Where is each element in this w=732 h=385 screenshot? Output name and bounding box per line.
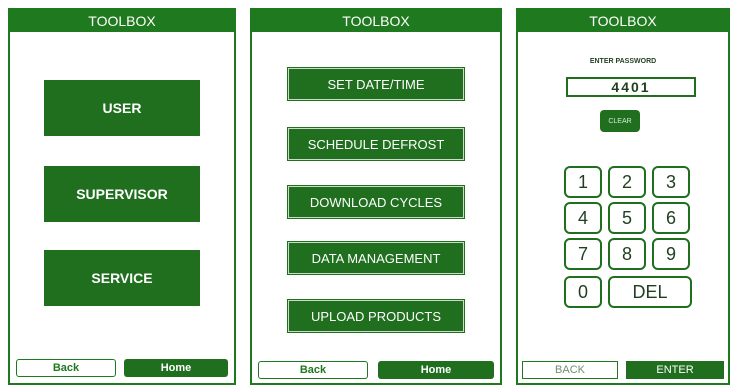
toolbox-screen-service: TOOLBOX SET DATE/TIME SCHEDULE DEFROST D… — [250, 8, 502, 385]
user-button[interactable]: USER — [44, 80, 200, 136]
back-button[interactable]: Back — [258, 361, 368, 379]
password-field[interactable]: 4401 — [566, 77, 696, 97]
data-management-button[interactable]: DATA MANAGEMENT — [287, 241, 465, 275]
screen-title: TOOLBOX — [252, 10, 500, 32]
key-9[interactable]: 9 — [652, 238, 690, 270]
key-5[interactable]: 5 — [608, 202, 646, 234]
back-button[interactable]: BACK — [522, 361, 618, 379]
delete-key[interactable]: DEL — [608, 276, 692, 308]
key-6[interactable]: 6 — [652, 202, 690, 234]
screen-title: TOOLBOX — [518, 10, 728, 32]
key-4[interactable]: 4 — [564, 202, 602, 234]
key-7[interactable]: 7 — [564, 238, 602, 270]
download-cycles-button[interactable]: DOWNLOAD CYCLES — [287, 185, 465, 219]
screen-title: TOOLBOX — [10, 10, 234, 32]
key-0[interactable]: 0 — [564, 276, 602, 308]
home-button[interactable]: Home — [124, 359, 228, 377]
enter-button[interactable]: ENTER — [626, 361, 724, 379]
back-button[interactable]: Back — [16, 359, 116, 377]
clear-button[interactable]: CLEAR — [600, 110, 640, 132]
home-button[interactable]: Home — [378, 361, 494, 379]
key-3[interactable]: 3 — [652, 166, 690, 198]
key-1[interactable]: 1 — [564, 166, 602, 198]
key-8[interactable]: 8 — [608, 238, 646, 270]
service-button[interactable]: SERVICE — [44, 250, 200, 306]
toolbox-screen-password: TOOLBOX ENTER PASSWORD 4401 CLEAR 1 2 3 … — [516, 8, 730, 385]
key-2[interactable]: 2 — [608, 166, 646, 198]
toolbox-screen-main: TOOLBOX USER SUPERVISOR SERVICE Back Hom… — [8, 8, 236, 385]
supervisor-button[interactable]: SUPERVISOR — [44, 166, 200, 222]
set-date-time-button[interactable]: SET DATE/TIME — [287, 67, 465, 101]
password-label: ENTER PASSWORD — [589, 58, 657, 65]
schedule-defrost-button[interactable]: SCHEDULE DEFROST — [287, 127, 465, 161]
upload-products-button[interactable]: UPLOAD PRODUCTS — [287, 299, 465, 333]
